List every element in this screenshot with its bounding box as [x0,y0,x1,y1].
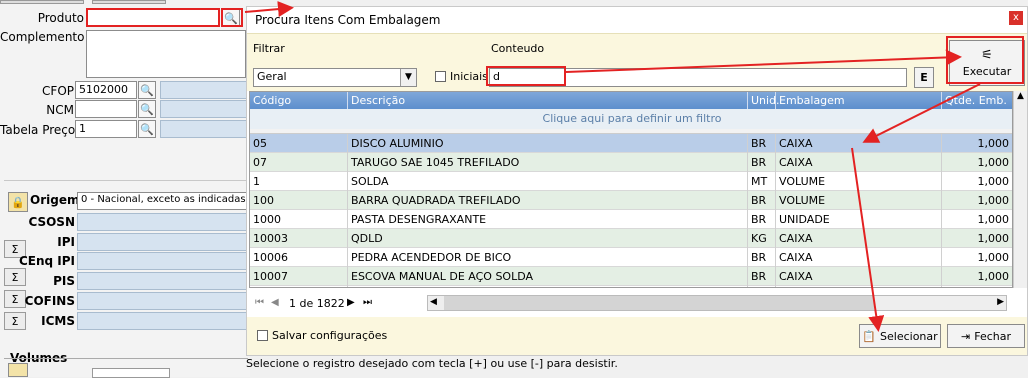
arrow-produto [244,1,294,18]
arrow-search-to-executar [565,49,962,73]
arrow-row-to-selecionar [851,147,885,332]
arrow-executar-to-row [862,83,981,143]
annotation-arrows [244,1,981,332]
